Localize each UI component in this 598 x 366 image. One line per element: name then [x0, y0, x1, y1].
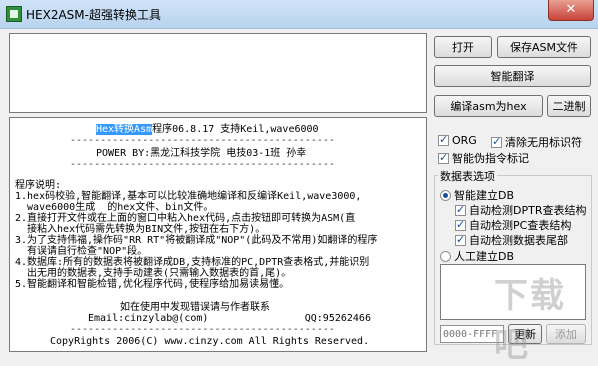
checkbox-box: [491, 135, 502, 148]
smart-pseudo-checkbox[interactable]: 智能伪指令标记: [438, 150, 529, 166]
tail-label: 自动检测数据表尾部: [469, 234, 568, 247]
readme-line-title: Hex转换Asm程序06.8.17 支持Keil,wave6000: [96, 124, 319, 135]
readme-title-rest: 程序06.8.17 支持Keil,wave6000: [152, 124, 319, 135]
readme-line: 2.直接打开文件或在上面的窗口中粘入hex代码,点击按钮即可转换为ASM(直: [15, 213, 356, 224]
radio-dot: [440, 189, 451, 201]
manual-db-radio[interactable]: 人工建立DB: [440, 248, 514, 264]
auto-db-radio[interactable]: 智能建立DB: [440, 187, 514, 203]
hex-input-area[interactable]: [9, 33, 427, 113]
readme-heading: 程序说明:: [15, 180, 62, 191]
pc-checkbox[interactable]: 自动检测PC查表结构: [455, 217, 571, 233]
readme-line: 接粘入hex代码需先转换为BIN文件,按钮在右下方)。: [15, 224, 266, 235]
readme-line: wave6000生成 的hex文件、bin文件。: [15, 202, 214, 213]
tail-checkbox[interactable]: 自动检测数据表尾部: [455, 232, 568, 248]
dptr-label: 自动检测DPTR查表结构: [469, 204, 587, 217]
dptr-checkbox[interactable]: 自动检测DPTR查表结构: [455, 202, 586, 218]
window-title: HEX2ASM-超强转换工具: [26, 8, 161, 22]
open-button[interactable]: 打开: [434, 36, 492, 58]
org-label: ORG: [452, 134, 477, 147]
title-bar: HEX2ASM-超强转换工具 ✕: [0, 0, 598, 29]
checkbox-box: [455, 233, 466, 246]
readme-email: Email:cinzylab@(com) QQ:95262466: [88, 313, 371, 324]
checkbox-box: [438, 133, 449, 146]
readme-contact: 如在使用中发现错误请与作者联系: [120, 302, 270, 313]
app-icon: [6, 6, 22, 22]
save-asm-button[interactable]: 保存ASM文件: [497, 36, 591, 58]
auto-db-label: 智能建立DB: [454, 189, 515, 202]
readme-line: 出无用的数据表,支持手动建表(只需输入数据表的首,尾)。: [15, 268, 292, 279]
pc-label: 自动检测PC查表结构: [469, 219, 572, 232]
readme-separator: ----------------------------------------…: [70, 135, 335, 146]
site-watermark: 下载吧: [494, 276, 566, 365]
smart-translate-button[interactable]: 智能翻译: [434, 65, 591, 87]
asm-output-area[interactable]: Hex转换Asm程序06.8.17 支持Keil,wave6000 ------…: [9, 117, 427, 352]
checkbox-box: [455, 218, 466, 231]
readme-separator: ----------------------------------------…: [70, 324, 335, 335]
readme-line: 1.hex码校验,智能翻译,基本可以比较准确地编译和反编译Keil,wave30…: [15, 191, 362, 202]
clear-labels-label: 清除无用标识符: [505, 136, 582, 149]
readme-separator: ----------------------------------------…: [70, 159, 335, 170]
smart-pseudo-label: 智能伪指令标记: [452, 152, 529, 165]
compile-asm-button[interactable]: 编译asm为hex: [434, 95, 543, 117]
readme-line: 3.为了支持伟福,操作码"RR RT"将被翻译成"NOP"(此码及不常用)如翻译…: [15, 235, 378, 246]
checkbox-box: [455, 203, 466, 216]
readme-copyright: CopyRights 2006(C) www.cinzy.com All Rig…: [50, 336, 370, 347]
close-button[interactable]: ✕: [548, 0, 594, 21]
readme-author: POWER BY:黑龙江科技学院 电技03-1班 孙幸: [96, 148, 307, 159]
manual-db-label: 人工建立DB: [454, 250, 515, 263]
readme-line: 5.智能翻译和智能检错,优化程序代码,使程序给加易读易懂。: [15, 279, 290, 290]
org-checkbox[interactable]: ORG: [438, 133, 477, 147]
readme-line: 有误请自行检查"NOP"段。: [15, 246, 148, 257]
readme-highlight: Hex转换Asm: [96, 124, 153, 135]
checkbox-box: [438, 151, 449, 164]
radio-dot: [440, 250, 451, 262]
datatable-group-label: 数据表选项: [438, 168, 497, 184]
readme-line: 4.数据库:所有的数据表将被翻译成DB,支持标准的PC,DPTR查表格式,并能识…: [15, 257, 370, 268]
binary-button[interactable]: 二进制: [547, 95, 591, 117]
clear-labels-checkbox[interactable]: 清除无用标识符: [491, 134, 582, 150]
